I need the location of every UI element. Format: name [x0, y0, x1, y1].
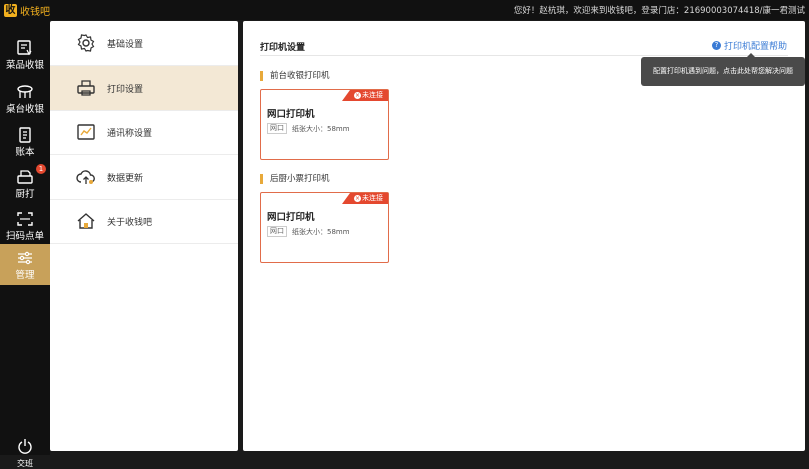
nav-item-kitchen-print[interactable]: 1 厨打	[0, 163, 50, 203]
cashier-icon	[17, 40, 32, 56]
menu-item-scale-settings[interactable]: 通讯称设置	[50, 110, 238, 155]
printer-help-link[interactable]: ? 打印机配置帮助	[711, 39, 787, 52]
menu-label: 通讯称设置	[107, 129, 153, 139]
close-circle-icon: ×	[354, 195, 361, 202]
help-link-label: 打印机配置帮助	[723, 42, 787, 52]
kitchen-printer-icon	[17, 170, 33, 184]
nav-label: 账本	[15, 147, 35, 158]
home-icon	[77, 213, 95, 229]
paper-size: 纸张大小：58mm	[292, 228, 350, 236]
table-icon	[17, 85, 33, 98]
nav-label: 菜品收银	[5, 60, 44, 71]
nav-label: 扫码点单	[5, 231, 44, 242]
nav-item-dish-cashier[interactable]: 菜品收银	[0, 34, 50, 74]
cloud-upload-icon	[76, 170, 95, 184]
logo-text: 收钱吧	[20, 7, 50, 18]
logo-mark: 收	[4, 4, 17, 17]
notification-badge: 1	[36, 164, 46, 174]
paper-size: 纸张大小：58mm	[292, 125, 350, 133]
printer-card-kitchen[interactable]: × 未连接 网口打印机 网口 纸张大小：58mm	[260, 192, 389, 263]
menu-label: 基础设置	[107, 40, 144, 50]
printer-icon	[77, 80, 95, 96]
section-label-kitchen-printer: 后厨小票打印机	[260, 174, 330, 184]
nav-item-management[interactable]: 管理	[0, 244, 50, 285]
printer-name: 网口打印机	[267, 212, 315, 223]
settings-sliders-icon	[18, 251, 32, 265]
nav-label: 厨打	[15, 189, 35, 200]
logout-label: 交班	[17, 459, 33, 468]
ledger-icon	[19, 127, 31, 143]
nav-label: 桌台收银	[5, 104, 44, 115]
menu-label: 打印设置	[107, 85, 144, 95]
app-logo: 收 收钱吧	[4, 3, 50, 18]
section-label-front-printer: 前台收银打印机	[260, 71, 330, 81]
close-circle-icon: ×	[354, 92, 361, 99]
nav-item-scan-order[interactable]: 扫码点单	[0, 205, 50, 245]
main-nav: 菜品收银 桌台收银 账本 1 厨打 扫码点单 管理 交班	[0, 20, 50, 468]
scale-icon	[77, 124, 95, 140]
menu-item-about[interactable]: 关于收钱吧	[50, 199, 238, 244]
printer-name: 网口打印机	[267, 109, 315, 120]
help-tooltip[interactable]: 配置打印机遇到问题，点击此处帮您解决问题	[641, 53, 805, 86]
top-bar: 收 收钱吧 您好！赵杭琪，欢迎来到收钱吧，登录门店：21690003074418…	[0, 0, 809, 20]
menu-item-basic-settings[interactable]: 基础设置	[50, 21, 238, 66]
gear-icon	[77, 34, 95, 52]
menu-label: 关于收钱吧	[107, 218, 153, 228]
welcome-text: 您好！赵杭琪，欢迎来到收钱吧，登录门店：21690003074418/康一君测试	[513, 6, 805, 16]
nav-label: 管理	[15, 270, 35, 281]
page-title: 打印机设置	[260, 43, 306, 53]
logout-button[interactable]: 交班	[0, 438, 50, 469]
status-badge: × 未连接	[342, 193, 388, 204]
scan-icon	[17, 212, 33, 226]
printer-settings-panel: 打印机设置 ? 打印机配置帮助 配置打印机遇到问题，点击此处帮您解决问题 前台收…	[243, 21, 805, 451]
menu-item-data-update[interactable]: 数据更新	[50, 155, 238, 200]
printer-type-tag: 网口	[267, 123, 287, 134]
divider	[260, 55, 788, 56]
power-icon	[18, 439, 32, 454]
menu-label: 数据更新	[107, 174, 144, 184]
nav-item-table-cashier[interactable]: 桌台收银	[0, 78, 50, 118]
printer-card-front[interactable]: × 未连接 网口打印机 网口 纸张大小：58mm	[260, 89, 389, 160]
menu-item-print-settings[interactable]: 打印设置	[50, 66, 238, 111]
printer-type-tag: 网口	[267, 226, 287, 237]
settings-menu: 基础设置 打印设置 通讯称设置 数据更新 关于收钱吧	[50, 21, 238, 451]
nav-item-ledger[interactable]: 账本	[0, 121, 50, 161]
help-icon: ?	[711, 41, 721, 50]
status-badge: × 未连接	[342, 90, 388, 101]
